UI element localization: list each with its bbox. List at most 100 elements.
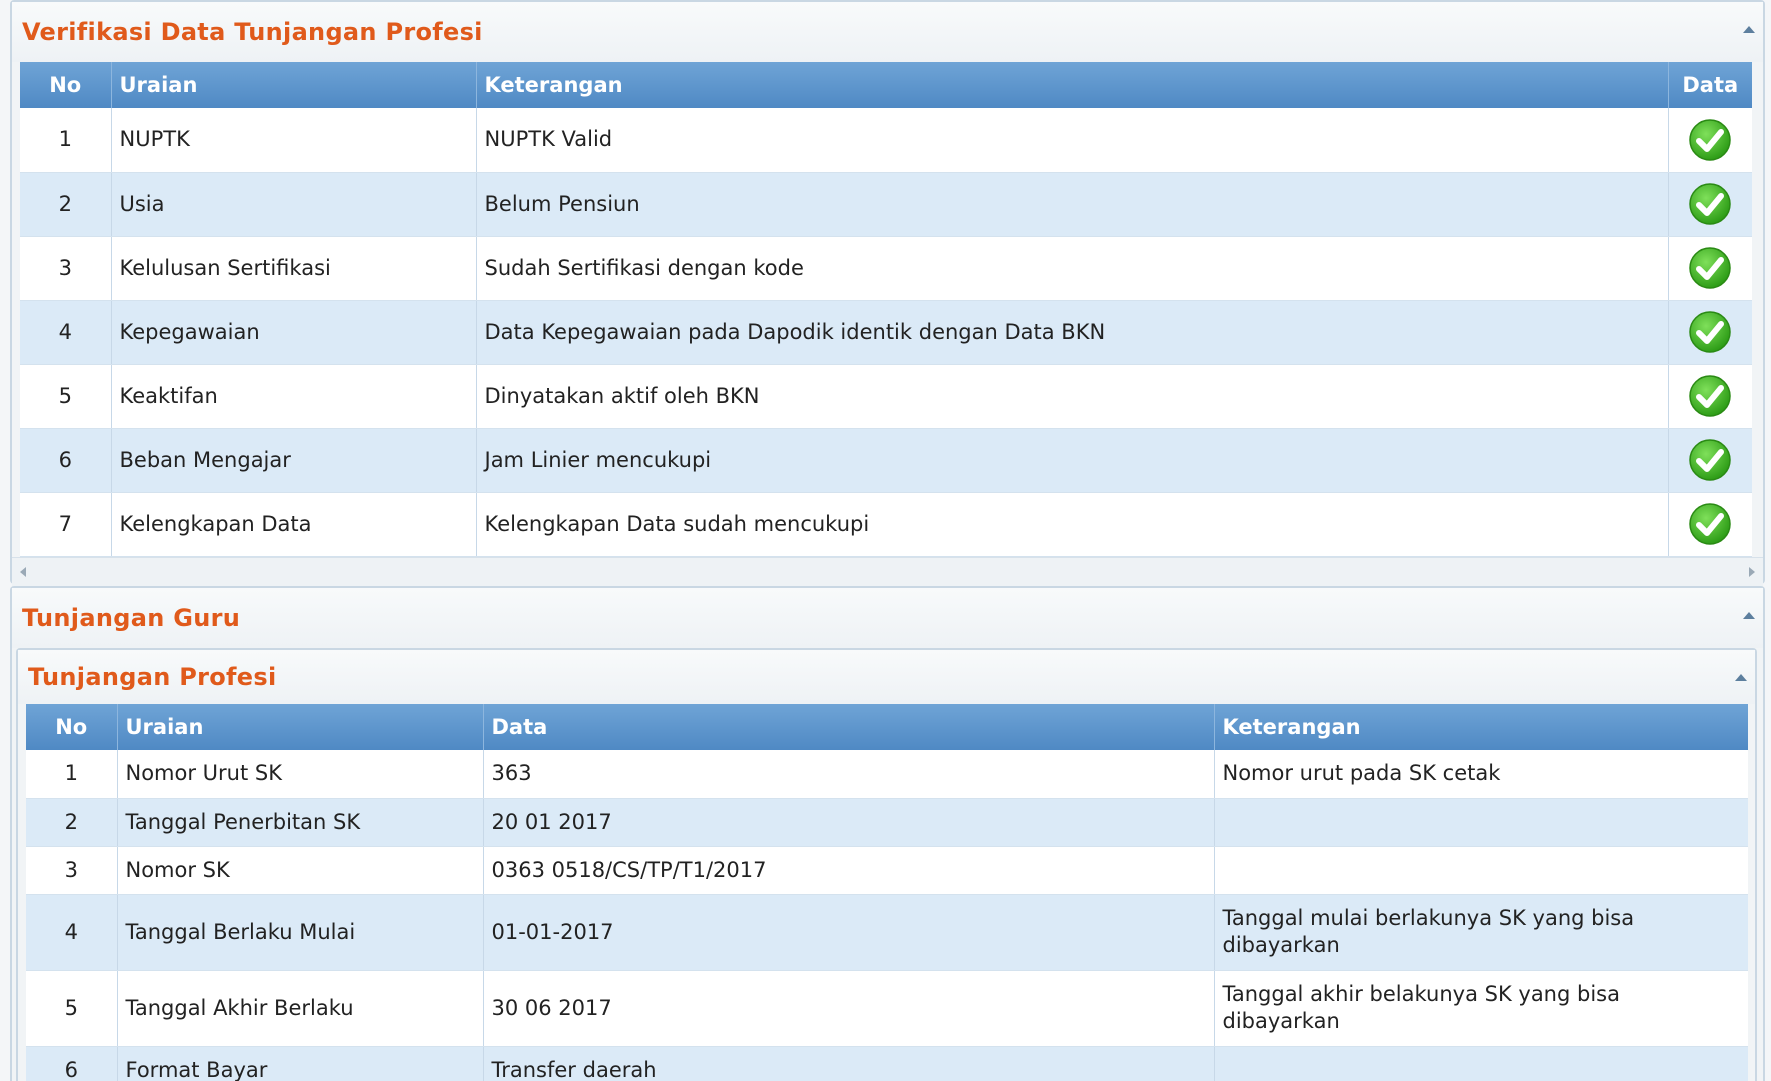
collapse-up-icon[interactable] [1743, 612, 1755, 619]
row-keterangan: Data Kepegawaian pada Dapodik identik de… [476, 300, 1669, 365]
row-no: 5 [26, 970, 118, 1047]
row-uraian: Beban Mengajar [111, 428, 477, 493]
row-no: 1 [26, 750, 118, 799]
table-row: 5 Tanggal Akhir Berlaku 30 06 2017 Tanggal … [26, 970, 1748, 1047]
table-row: 7 Kelengkapan Data Kelengkapan Data sudah … [20, 492, 1752, 557]
row-data: 20 01 2017 [483, 798, 1215, 847]
column-header-uraian[interactable]: Uraian [111, 62, 477, 108]
tunjangan-guru-panel: Tunjangan Guru Tunjangan Profesi No Urai… [10, 586, 1765, 1081]
row-no: 3 [20, 236, 112, 301]
row-no: 7 [20, 492, 112, 557]
scroll-left-icon[interactable] [20, 566, 26, 577]
table-row: 4 Kepegawaian Data Kepegawaian pada Dapodi… [20, 300, 1752, 365]
row-no: 4 [26, 894, 118, 971]
row-no: 2 [26, 798, 118, 847]
row-status [1668, 364, 1752, 429]
row-status [1668, 492, 1752, 557]
row-keterangan: Tanggal mulai berlakunya SK yang bisa di… [1214, 894, 1748, 971]
table-row: 6 Format Bayar Transfer daerah [26, 1046, 1748, 1081]
row-uraian: Nomor Urut SK [117, 750, 484, 799]
page: Verifikasi Data Tunjangan Profesi No Ura… [0, 0, 1771, 1081]
row-keterangan: Nomor urut pada SK cetak [1214, 750, 1748, 799]
row-status [1668, 236, 1752, 301]
row-data: 363 [483, 750, 1215, 799]
collapse-up-icon[interactable] [1735, 674, 1747, 681]
table-row: 3 Kelulusan Sertifikasi Sudah Sertifikasi … [20, 236, 1752, 301]
table-header-row: No Uraian Data Keterangan [26, 704, 1748, 750]
row-no: 4 [20, 300, 112, 365]
row-uraian: Format Bayar [117, 1046, 484, 1081]
row-no: 1 [20, 108, 112, 173]
check-icon [1689, 183, 1731, 225]
tunjangan-profesi-panel-header[interactable]: Tunjangan Profesi [18, 650, 1755, 704]
row-keterangan: Jam Linier mencukupi [476, 428, 1669, 493]
row-no: 2 [20, 172, 112, 237]
verifikasi-table: No Uraian Keterangan Data 1 NUPTK NUPTK Va… [20, 62, 1752, 557]
row-keterangan: Belum Pensiun [476, 172, 1669, 237]
row-keterangan [1214, 846, 1748, 895]
row-uraian: NUPTK [111, 108, 477, 173]
check-icon [1689, 311, 1731, 353]
column-header-keterangan[interactable]: Keterangan [1214, 704, 1748, 750]
table-row: 2 Tanggal Penerbitan SK 20 01 2017 [26, 798, 1748, 847]
collapse-up-icon[interactable] [1743, 26, 1755, 33]
scroll-right-icon[interactable] [1749, 566, 1755, 577]
table-row: 1 NUPTK NUPTK Valid [20, 108, 1752, 173]
check-icon [1689, 119, 1731, 161]
verifikasi-panel: Verifikasi Data Tunjangan Profesi No Ura… [10, 0, 1765, 586]
row-data: 30 06 2017 [483, 970, 1215, 1047]
row-uraian: Tanggal Berlaku Mulai [117, 894, 484, 971]
table-row: 4 Tanggal Berlaku Mulai 01-01-2017 Tanggal … [26, 894, 1748, 971]
check-icon [1689, 375, 1731, 417]
row-keterangan [1214, 1046, 1748, 1081]
row-keterangan: Dinyatakan aktif oleh BKN [476, 364, 1669, 429]
verifikasi-table-body: 1 NUPTK NUPTK Valid 2 Usia Belum Pensiun 3 Kelu… [20, 108, 1752, 557]
row-uraian: Tanggal Akhir Berlaku [117, 970, 484, 1047]
row-uraian: Keaktifan [111, 364, 477, 429]
row-no: 6 [20, 428, 112, 493]
row-keterangan [1214, 798, 1748, 847]
row-keterangan: NUPTK Valid [476, 108, 1669, 173]
verifikasi-panel-header[interactable]: Verifikasi Data Tunjangan Profesi [12, 2, 1763, 62]
row-uraian: Kelulusan Sertifikasi [111, 236, 477, 301]
row-status [1668, 108, 1752, 173]
row-uraian: Nomor SK [117, 846, 484, 895]
row-status [1668, 428, 1752, 493]
row-no: 3 [26, 846, 118, 895]
row-uraian: Kelengkapan Data [111, 492, 477, 557]
row-keterangan: Kelengkapan Data sudah mencukupi [476, 492, 1669, 557]
row-data: 01-01-2017 [483, 894, 1215, 971]
column-header-no[interactable]: No [26, 704, 118, 750]
column-header-data[interactable]: Data [1668, 62, 1752, 108]
row-status [1668, 300, 1752, 365]
tunjangan-profesi-table: No Uraian Data Keterangan 1 Nomor Urut SK… [26, 704, 1748, 1081]
check-icon [1689, 439, 1731, 481]
row-data: 0363 0518/CS/TP/T1/2017 [483, 846, 1215, 895]
column-header-no[interactable]: No [20, 62, 112, 108]
row-keterangan: Sudah Sertifikasi dengan kode [476, 236, 1669, 301]
verifikasi-panel-title: Verifikasi Data Tunjangan Profesi [22, 18, 483, 46]
table-header-row: No Uraian Keterangan Data [20, 62, 1752, 108]
tunjangan-profesi-panel: Tunjangan Profesi No Uraian Data Keteran… [16, 648, 1757, 1081]
tunjangan-guru-panel-header[interactable]: Tunjangan Guru [12, 588, 1763, 648]
tunjangan-profesi-table-body: 1 Nomor Urut SK 363 Nomor urut pada SK ceta… [26, 750, 1748, 1081]
tunjangan-profesi-panel-title: Tunjangan Profesi [28, 663, 277, 691]
row-status [1668, 172, 1752, 237]
table-row: 3 Nomor SK 0363 0518/CS/TP/T1/2017 [26, 846, 1748, 895]
table-row: 6 Beban Mengajar Jam Linier mencukupi [20, 428, 1752, 493]
table-row: 5 Keaktifan Dinyatakan aktif oleh BKN [20, 364, 1752, 429]
table-row: 2 Usia Belum Pensiun [20, 172, 1752, 237]
row-uraian: Kepegawaian [111, 300, 477, 365]
row-no: 6 [26, 1046, 118, 1081]
check-icon [1689, 247, 1731, 289]
column-header-uraian[interactable]: Uraian [117, 704, 484, 750]
row-no: 5 [20, 364, 112, 429]
tunjangan-guru-panel-title: Tunjangan Guru [22, 604, 241, 632]
row-data: Transfer daerah [483, 1046, 1215, 1081]
row-uraian: Usia [111, 172, 477, 237]
horizontal-scrollbar[interactable] [12, 556, 1763, 586]
column-header-data[interactable]: Data [483, 704, 1215, 750]
check-icon [1689, 503, 1731, 545]
row-keterangan: Tanggal akhir belakunya SK yang bisa dib… [1214, 970, 1748, 1047]
column-header-keterangan[interactable]: Keterangan [476, 62, 1669, 108]
